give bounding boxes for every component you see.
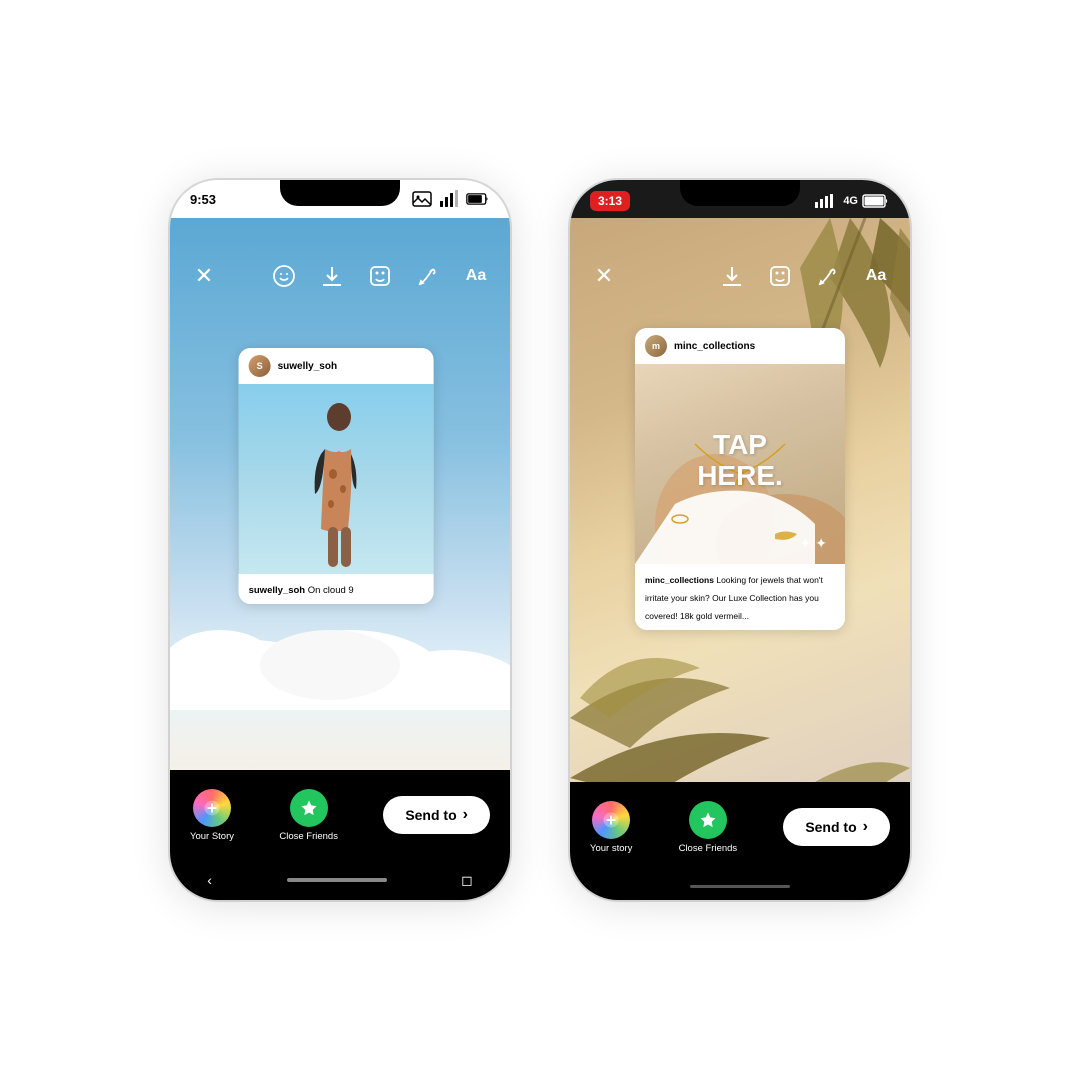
status-icons-left [410, 187, 490, 211]
your-story-icon-left [193, 789, 231, 827]
your-story-option-left[interactable]: Your Story [190, 789, 234, 842]
tap-here-overlay: TAP HERE. [697, 430, 783, 492]
recent-icon[interactable]: ◻ [461, 872, 473, 889]
star-icon [300, 799, 318, 817]
story-background-left: ✕ Aa [170, 218, 510, 770]
notch-right [680, 180, 800, 206]
notch-left [280, 180, 400, 206]
emoji-icon[interactable] [268, 260, 300, 292]
your-story-icon-right [592, 801, 630, 839]
your-story-label-right: Your story [590, 843, 632, 854]
battery-icon-right [862, 194, 890, 208]
your-story-label-left: Your Story [190, 831, 234, 842]
post-image-right: TAP HERE. ✦ ✦ [635, 364, 845, 564]
caption-username-left: suwelly_soh [249, 585, 306, 596]
plus-icon [203, 799, 221, 817]
nav-bar-right [570, 872, 910, 900]
send-to-button-right[interactable]: Send to › [783, 808, 890, 846]
home-indicator-left [287, 878, 387, 882]
close-button-right[interactable]: ✕ [588, 260, 620, 292]
plus-icon-right [602, 811, 620, 829]
person-figure [303, 399, 373, 574]
home-indicator-right [690, 885, 790, 888]
close-friends-option-right[interactable]: Close Friends [679, 801, 738, 854]
back-icon[interactable]: ‹ [207, 872, 212, 888]
network-label: 4G [843, 195, 858, 207]
story-background-right: ✕ Aa [570, 218, 910, 782]
shared-post-card-right[interactable]: m minc_collections [635, 328, 845, 630]
post-caption-right: minc_collections Looking for jewels that… [635, 564, 845, 630]
nav-bar-left: ‹ ◻ [170, 860, 510, 900]
phone-right: 3:13 4G [570, 180, 910, 900]
status-time-left: 9:53 [190, 192, 216, 207]
cloud-svg [170, 590, 510, 710]
sticker-icon[interactable] [364, 260, 396, 292]
post-username-left: suwelly_soh [278, 361, 337, 372]
post-header-right: m minc_collections [635, 328, 845, 364]
close-friends-icon-left [290, 789, 328, 827]
caption-text-left: On cloud 9 [308, 585, 354, 596]
send-to-button-left[interactable]: Send to › [383, 796, 490, 834]
toolbar-right-icons-right: Aa [716, 260, 892, 292]
caption-username-right: minc_collections [645, 575, 714, 585]
close-friends-label-right: Close Friends [679, 843, 738, 854]
post-caption-left: suwelly_soh On cloud 9 [239, 574, 434, 604]
download-icon[interactable] [316, 260, 348, 292]
sticker-icon-right[interactable] [764, 260, 796, 292]
send-arrow-right: › [863, 818, 868, 836]
bottom-bar-right: Your story Close Friends Send to › [570, 782, 910, 872]
decorative-dots: ✦ ✦ [800, 535, 827, 552]
download-icon-right[interactable] [716, 260, 748, 292]
text-icon-right[interactable]: Aa [860, 260, 892, 292]
shared-post-card-left[interactable]: S suwelly_soh [239, 348, 434, 604]
main-canvas: 9:53 ✕ [0, 0, 1080, 1080]
star-icon-right [699, 811, 717, 829]
story-toolbar-right: ✕ Aa [570, 250, 910, 302]
draw-icon[interactable] [412, 260, 444, 292]
phone-left: 9:53 ✕ [170, 180, 510, 900]
toolbar-right-icons: Aa [268, 260, 492, 292]
post-header-left: S suwelly_soh [239, 348, 434, 384]
record-timer: 3:13 [590, 191, 630, 211]
text-icon[interactable]: Aa [460, 260, 492, 292]
status-icons-right: 4G [815, 194, 890, 208]
close-friends-icon-right [689, 801, 727, 839]
signal-icon-right [815, 194, 839, 208]
close-friends-label-left: Close Friends [279, 831, 338, 842]
send-arrow-left: › [463, 806, 468, 824]
signal-icon [438, 187, 462, 211]
post-username-right: minc_collections [674, 341, 755, 352]
photo-icon [410, 187, 434, 211]
story-toolbar-left: ✕ Aa [170, 250, 510, 302]
close-friends-option-left[interactable]: Close Friends [279, 789, 338, 842]
post-image-left [239, 384, 434, 574]
post-avatar-right: m [645, 335, 667, 357]
post-avatar-left: S [249, 355, 271, 377]
battery-icon [466, 187, 490, 211]
bottom-bar-left: Your Story Close Friends Send to › [170, 770, 510, 860]
your-story-option-right[interactable]: Your story [590, 801, 632, 854]
draw-icon-right[interactable] [812, 260, 844, 292]
close-button-left[interactable]: ✕ [188, 260, 220, 292]
